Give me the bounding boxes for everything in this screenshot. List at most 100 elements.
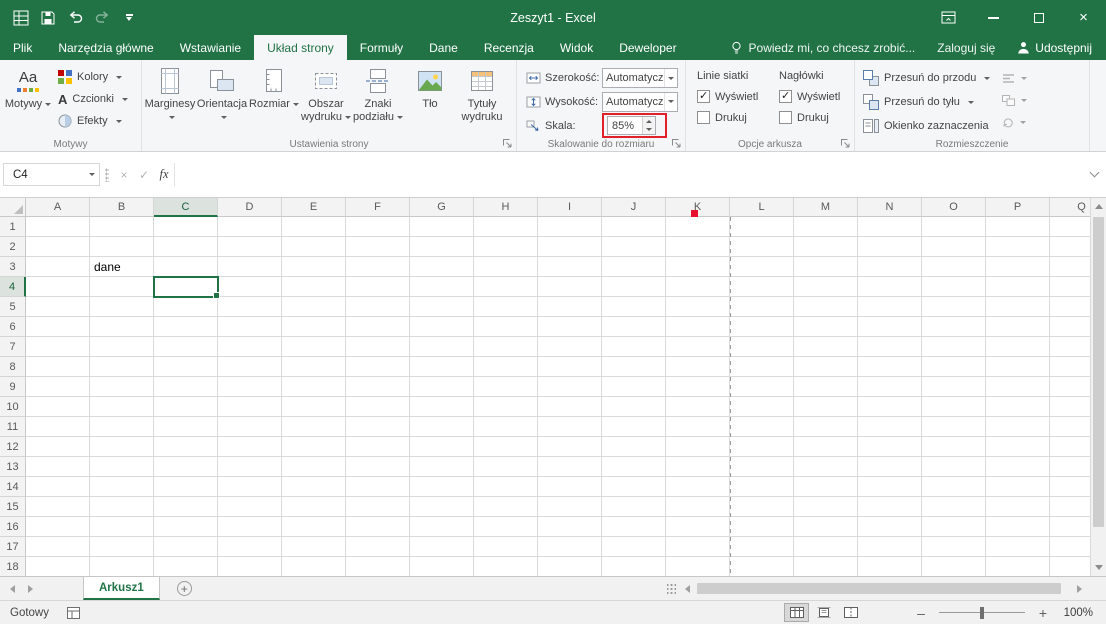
- cell-D3[interactable]: [218, 257, 282, 277]
- row-header-17[interactable]: 17: [0, 537, 26, 557]
- cell-H5[interactable]: [474, 297, 538, 317]
- cell-C1[interactable]: [154, 217, 218, 237]
- cell-K11[interactable]: [666, 417, 730, 437]
- cell-P14[interactable]: [986, 477, 1050, 497]
- cell-C7[interactable]: [154, 337, 218, 357]
- cell-H8[interactable]: [474, 357, 538, 377]
- sheet-options-dialog-launcher[interactable]: [840, 138, 851, 149]
- column-header-E[interactable]: E: [282, 198, 346, 217]
- cell-M14[interactable]: [794, 477, 858, 497]
- cell-A9[interactable]: [26, 377, 90, 397]
- redo-button[interactable]: [93, 8, 111, 28]
- select-all-corner[interactable]: [0, 198, 26, 217]
- cell-D1[interactable]: [218, 217, 282, 237]
- row-header-3[interactable]: 3: [0, 257, 26, 277]
- zoom-out-button[interactable]: –: [914, 605, 928, 621]
- cell-P10[interactable]: [986, 397, 1050, 417]
- send-backward-button[interactable]: Przesuń do tyłu: [863, 92, 990, 113]
- maximize-button[interactable]: [1016, 0, 1061, 35]
- cell-O2[interactable]: [922, 237, 986, 257]
- close-button[interactable]: ×: [1061, 0, 1106, 35]
- cell-H3[interactable]: [474, 257, 538, 277]
- row-header-14[interactable]: 14: [0, 477, 26, 497]
- cell-G7[interactable]: [410, 337, 474, 357]
- cell-D18[interactable]: [218, 557, 282, 576]
- cell-C18[interactable]: [154, 557, 218, 576]
- row-header-1[interactable]: 1: [0, 217, 26, 237]
- cell-Q12[interactable]: [1050, 437, 1090, 457]
- share-button[interactable]: Udostępnij: [1017, 41, 1092, 55]
- cell-M4[interactable]: [794, 277, 858, 297]
- cell-L18[interactable]: [730, 557, 794, 576]
- cell-A2[interactable]: [26, 237, 90, 257]
- cell-F17[interactable]: [346, 537, 410, 557]
- cell-H4[interactable]: [474, 277, 538, 297]
- cell-L17[interactable]: [730, 537, 794, 557]
- tab-recenzja[interactable]: Recenzja: [471, 35, 547, 60]
- tab-uklad-strony[interactable]: Układ strony: [254, 35, 347, 60]
- cell-E12[interactable]: [282, 437, 346, 457]
- cell-G5[interactable]: [410, 297, 474, 317]
- horizontal-scroll-track[interactable]: [695, 581, 1071, 596]
- cell-P2[interactable]: [986, 237, 1050, 257]
- spinner-down-button[interactable]: [643, 126, 655, 135]
- cell-Q3[interactable]: [1050, 257, 1090, 277]
- cell-G17[interactable]: [410, 537, 474, 557]
- cell-Q6[interactable]: [1050, 317, 1090, 337]
- cell-L12[interactable]: [730, 437, 794, 457]
- column-header-G[interactable]: G: [410, 198, 474, 217]
- cell-N6[interactable]: [858, 317, 922, 337]
- cell-B17[interactable]: [90, 537, 154, 557]
- cell-Q16[interactable]: [1050, 517, 1090, 537]
- cell-M7[interactable]: [794, 337, 858, 357]
- cell-B5[interactable]: [90, 297, 154, 317]
- cell-J8[interactable]: [602, 357, 666, 377]
- cell-M10[interactable]: [794, 397, 858, 417]
- cell-A7[interactable]: [26, 337, 90, 357]
- cell-M11[interactable]: [794, 417, 858, 437]
- cell-J16[interactable]: [602, 517, 666, 537]
- cell-G8[interactable]: [410, 357, 474, 377]
- cell-O14[interactable]: [922, 477, 986, 497]
- column-header-C[interactable]: C: [154, 198, 218, 217]
- column-header-A[interactable]: A: [26, 198, 90, 217]
- cell-B6[interactable]: [90, 317, 154, 337]
- macro-record-button[interactable]: [67, 607, 80, 619]
- cell-I17[interactable]: [538, 537, 602, 557]
- cell-A8[interactable]: [26, 357, 90, 377]
- cell-F11[interactable]: [346, 417, 410, 437]
- cell-J14[interactable]: [602, 477, 666, 497]
- cell-O18[interactable]: [922, 557, 986, 576]
- cell-E18[interactable]: [282, 557, 346, 576]
- cell-C6[interactable]: [154, 317, 218, 337]
- cell-J17[interactable]: [602, 537, 666, 557]
- cell-Q15[interactable]: [1050, 497, 1090, 517]
- cell-O15[interactable]: [922, 497, 986, 517]
- scale-spinner[interactable]: 85%: [607, 116, 656, 135]
- cell-B7[interactable]: [90, 337, 154, 357]
- cell-F6[interactable]: [346, 317, 410, 337]
- column-header-K[interactable]: K: [666, 198, 730, 217]
- cell-G18[interactable]: [410, 557, 474, 576]
- cell-M2[interactable]: [794, 237, 858, 257]
- cell-N13[interactable]: [858, 457, 922, 477]
- cell-D14[interactable]: [218, 477, 282, 497]
- cell-Q10[interactable]: [1050, 397, 1090, 417]
- cell-D10[interactable]: [218, 397, 282, 417]
- cell-O11[interactable]: [922, 417, 986, 437]
- formula-input[interactable]: [174, 163, 1085, 186]
- spinner-up-button[interactable]: [643, 117, 655, 126]
- cell-K8[interactable]: [666, 357, 730, 377]
- app-button[interactable]: [12, 8, 30, 28]
- cell-F16[interactable]: [346, 517, 410, 537]
- cell-N7[interactable]: [858, 337, 922, 357]
- cell-C13[interactable]: [154, 457, 218, 477]
- cell-L13[interactable]: [730, 457, 794, 477]
- column-header-F[interactable]: F: [346, 198, 410, 217]
- cell-F3[interactable]: [346, 257, 410, 277]
- cell-L6[interactable]: [730, 317, 794, 337]
- group-objects-button[interactable]: [1002, 92, 1027, 108]
- cell-F9[interactable]: [346, 377, 410, 397]
- tab-widok[interactable]: Widok: [547, 35, 606, 60]
- orientation-button[interactable]: Orientacja: [196, 63, 248, 136]
